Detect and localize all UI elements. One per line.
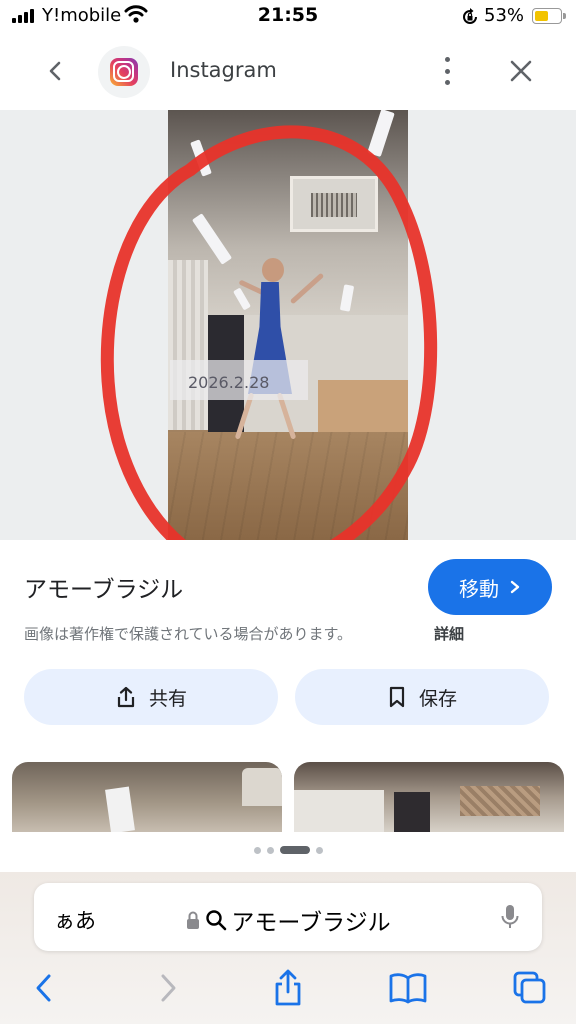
details-link[interactable]: 詳細 (434, 623, 464, 644)
chevron-right-icon (510, 580, 520, 594)
battery-percent: 53% (484, 5, 525, 26)
chevron-left-icon (36, 974, 51, 1002)
page: Y!mobile 21:55 53% Instagram 2026.2.28 ア… (0, 0, 576, 1024)
close-button[interactable] (504, 54, 538, 88)
viewer-header: Instagram (0, 36, 576, 106)
bookmark-icon (389, 686, 405, 708)
share-button[interactable]: 共有 (24, 669, 278, 725)
browser-share-button[interactable] (268, 968, 308, 1008)
more-options-button[interactable] (434, 54, 460, 88)
address-bar[interactable]: ぁあ アモーブラジル (34, 883, 542, 951)
image-preview-area: 2026.2.28 (0, 110, 576, 540)
save-button-label: 保存 (418, 687, 457, 710)
page-dot[interactable] (266, 846, 274, 854)
book-icon (389, 973, 427, 1004)
address-field[interactable]: アモーブラジル (34, 903, 542, 937)
more-vert-icon (444, 57, 450, 62)
related-image-thumbnail-2[interactable] (294, 762, 564, 832)
tabs-icon (513, 971, 546, 1004)
battery-icon (532, 8, 566, 24)
microphone-button[interactable] (500, 903, 520, 935)
source-site-title[interactable]: Instagram (170, 58, 277, 82)
instagram-icon (110, 58, 138, 86)
page-dot-active[interactable] (279, 846, 310, 854)
visit-button-label: 移動 (459, 576, 499, 601)
back-button[interactable] (38, 54, 72, 88)
microphone-icon (501, 905, 519, 928)
browser-toolbar: ぁあ アモーブラジル (0, 872, 576, 1024)
share-icon (275, 969, 301, 1006)
red-annotation-circle (100, 125, 438, 540)
browser-back-button[interactable] (24, 968, 64, 1008)
browser-forward-button[interactable] (148, 968, 188, 1008)
search-icon (206, 910, 227, 931)
related-image-thumbnail-1[interactable] (12, 762, 282, 832)
page-dot[interactable] (315, 846, 323, 854)
tabs-button[interactable] (510, 968, 550, 1008)
chevron-right-icon (161, 974, 176, 1002)
share-button-label: 共有 (148, 687, 187, 710)
bookmarks-button[interactable] (388, 968, 428, 1008)
lock-icon (187, 911, 200, 929)
close-icon (510, 60, 532, 82)
save-button[interactable]: 保存 (295, 669, 549, 725)
share-icon (117, 686, 135, 708)
chevron-left-icon (49, 61, 61, 81)
visit-button[interactable]: 移動 (428, 559, 552, 615)
result-title: アモーブラジル (24, 577, 184, 603)
copyright-notice: 画像は著作権で保護されている場合があります。 (24, 625, 353, 643)
battery-fill (535, 11, 548, 21)
page-indicator (0, 846, 576, 854)
status-bar: Y!mobile 21:55 53% (0, 0, 576, 34)
page-dot[interactable] (253, 846, 261, 854)
instagram-logo (98, 46, 150, 98)
address-text: アモーブラジル (231, 910, 391, 936)
orientation-lock-icon (460, 7, 480, 31)
